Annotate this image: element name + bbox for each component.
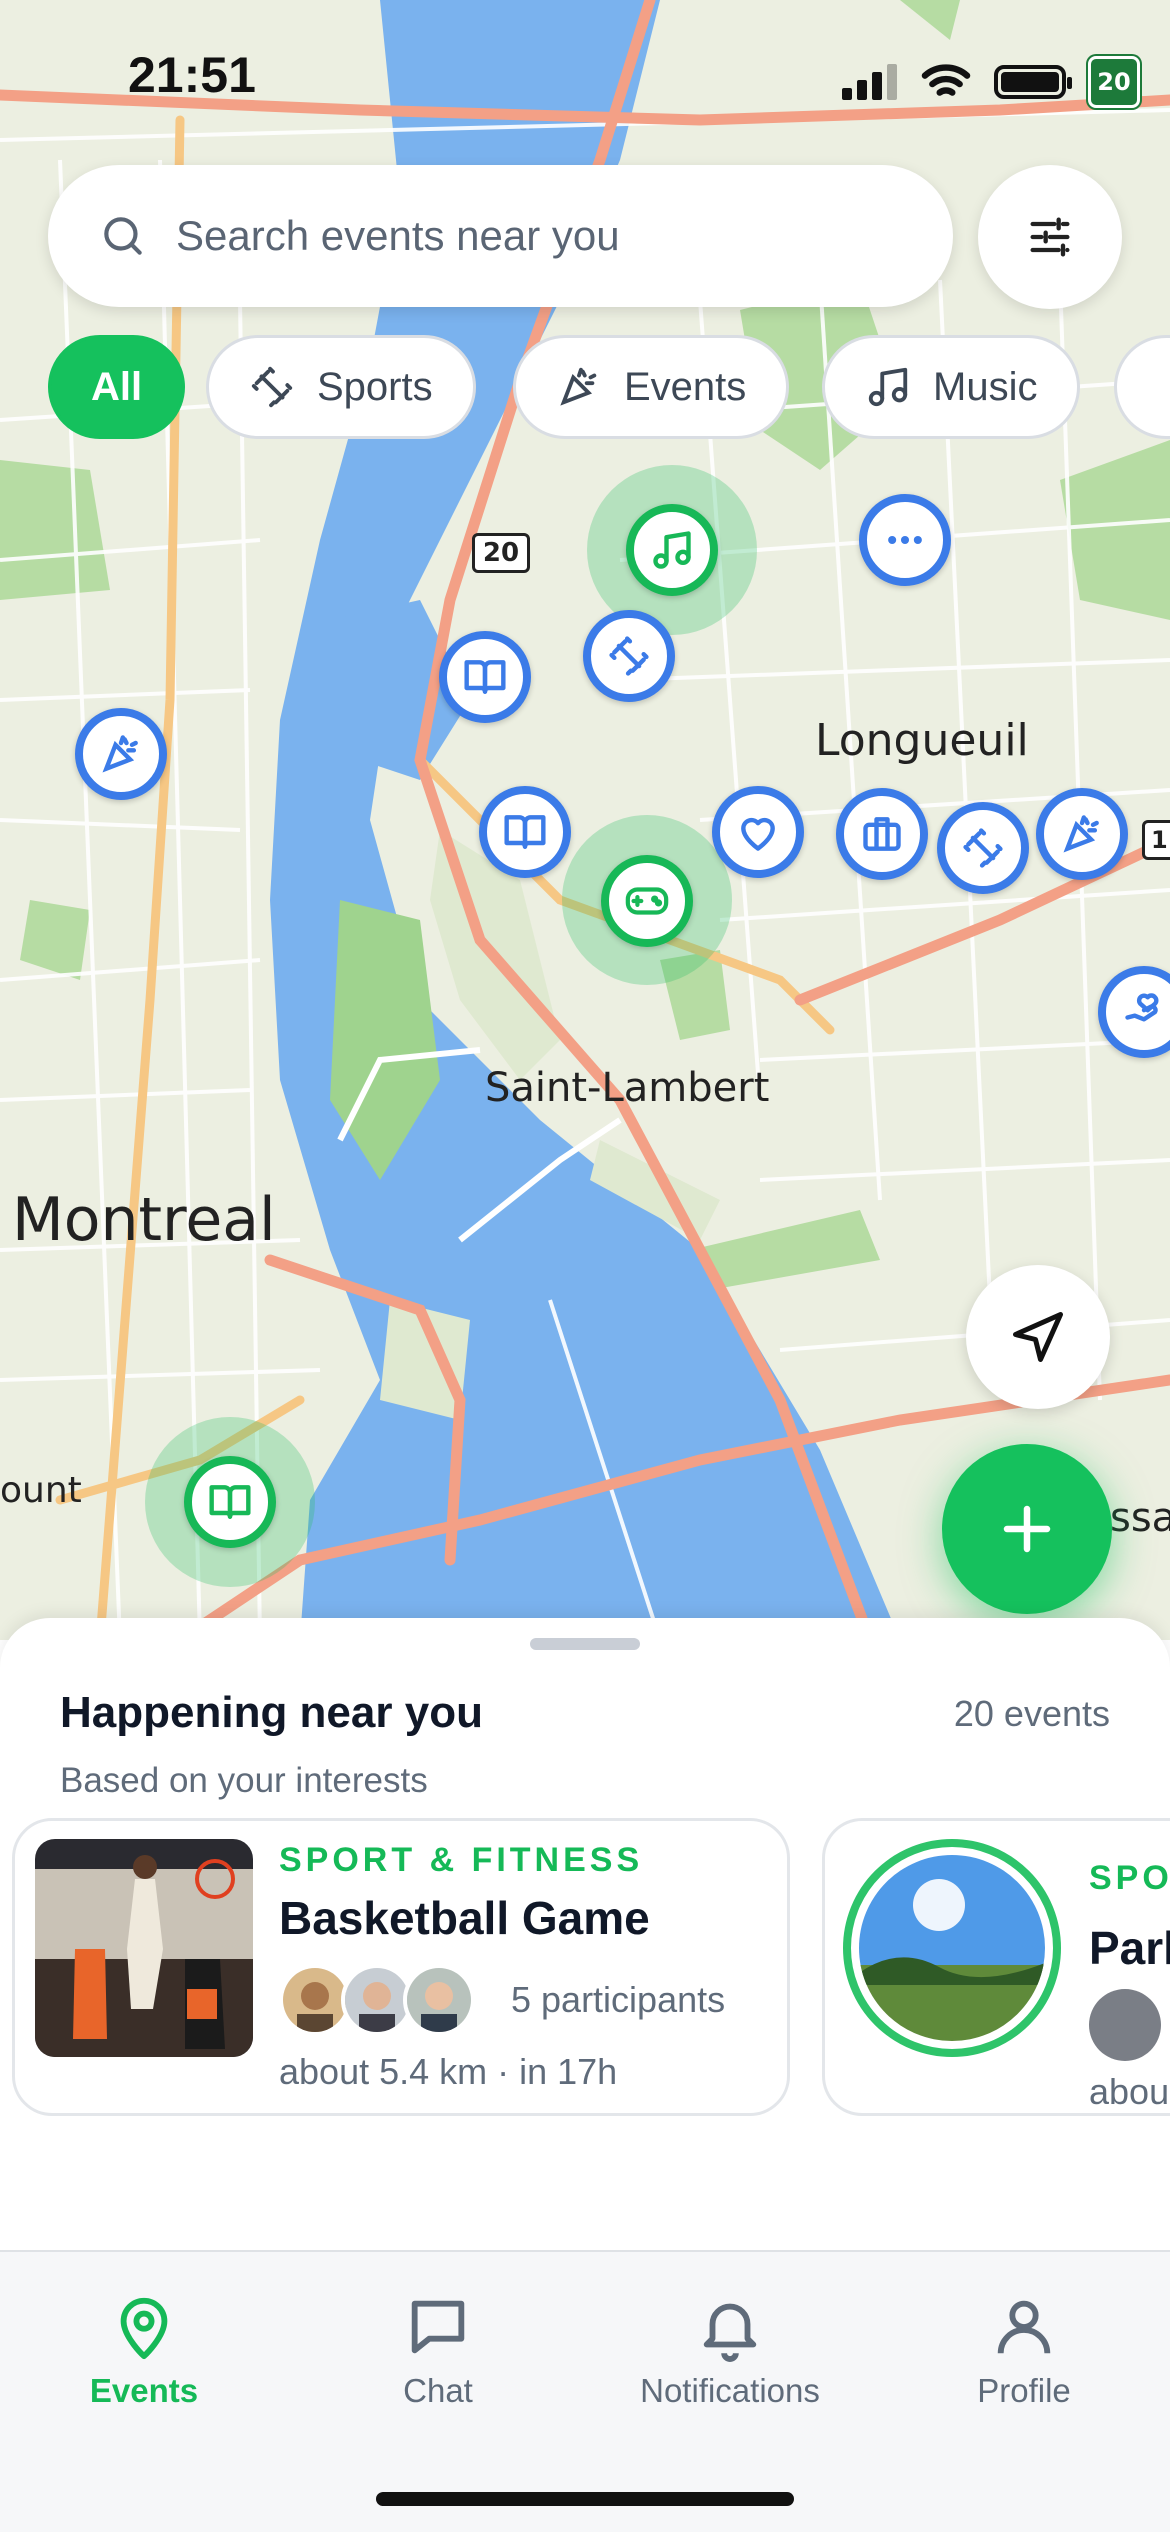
map-label-montreal: Montreal — [12, 1185, 276, 1255]
user-icon — [997, 2300, 1051, 2354]
marker-party[interactable] — [75, 708, 167, 800]
chip-label: Music — [933, 364, 1038, 409]
chip-events[interactable]: Events — [513, 335, 790, 439]
dumbbell-icon — [609, 636, 649, 676]
tab-events[interactable]: Events — [24, 2292, 264, 2410]
event-title: Parl — [1089, 1922, 1170, 1974]
tab-bar: Events Chat Notifications Profile — [0, 2250, 1170, 2532]
helping-hand-icon — [1125, 993, 1159, 1022]
sheet-drag-handle[interactable] — [530, 1638, 640, 1650]
battery-icon — [994, 65, 1072, 99]
book-icon — [464, 660, 506, 694]
event-distance-time: about 5.4 km · in 17h — [279, 2051, 618, 2092]
event-card[interactable]: SPORT & FITNESS Basketball Game 5 partic… — [12, 1818, 790, 2116]
map-label-mount: ount — [0, 1470, 82, 1511]
route-shield-right: 1 — [1142, 820, 1170, 860]
map-label-longueuil: Longueuil — [815, 715, 1029, 766]
status-icons: 20 — [842, 56, 1140, 108]
cellular-signal-icon — [842, 64, 897, 100]
status-bar: 21:51 20 — [0, 0, 1170, 150]
category-filter-bar: All Sports Events Music — [48, 335, 1170, 441]
book-icon — [504, 815, 546, 849]
event-card[interactable]: SPO Parl abou — [822, 1818, 1170, 2116]
tab-label: Profile — [977, 2372, 1071, 2409]
tab-label: Events — [89, 2372, 199, 2409]
participant-avatars — [279, 1964, 475, 2036]
event-count: 20 events — [953, 1693, 1110, 1734]
marker-book[interactable] — [479, 786, 571, 878]
map-label-saint-lambert: Saint-Lambert — [485, 1065, 770, 1111]
dumbbell-icon — [963, 828, 1003, 868]
chip-all[interactable]: All — [48, 335, 186, 439]
marker-music[interactable] — [626, 504, 718, 596]
tab-label: Chat — [403, 2372, 473, 2409]
wifi-icon — [921, 64, 971, 96]
search-input[interactable]: Search events near you — [48, 165, 953, 307]
gamepad-icon — [625, 887, 669, 915]
music-note-icon — [653, 531, 691, 569]
participant-count: 5 participants — [511, 1979, 726, 2020]
chip-sports[interactable]: Sports — [206, 335, 476, 439]
marker-book[interactable] — [184, 1456, 276, 1548]
route-badge: 20 — [1088, 56, 1140, 108]
marker-business[interactable] — [836, 788, 928, 880]
search-placeholder: Search events near you — [176, 212, 620, 259]
event-title: Basketball Game — [279, 1892, 650, 1944]
chip-music[interactable]: Music — [822, 335, 1081, 439]
more-dots-icon — [888, 535, 922, 545]
tab-label: Notifications — [640, 2372, 820, 2409]
sliders-icon — [1030, 217, 1070, 257]
marker-party[interactable] — [1036, 788, 1128, 880]
avatar — [403, 1964, 475, 2036]
chat-bubble-icon — [411, 2300, 465, 2354]
locate-me-button[interactable] — [966, 1265, 1110, 1409]
search-icon — [104, 217, 142, 255]
marker-sports[interactable] — [937, 802, 1029, 894]
map-label-ssa: ssa — [1110, 1495, 1170, 1541]
party-popper-icon — [102, 735, 138, 773]
marker-heart[interactable] — [712, 786, 804, 878]
navigation-arrow-icon — [1013, 1312, 1063, 1362]
events-bottom-sheet[interactable]: Happening near you Based on your interes… — [0, 1618, 1170, 2252]
marker-more[interactable] — [859, 494, 951, 586]
book-icon — [209, 1485, 251, 1519]
home-indicator — [376, 2492, 794, 2506]
sheet-title: Happening near you — [60, 1688, 483, 1737]
create-event-button[interactable] — [942, 1444, 1112, 1614]
plus-icon — [1003, 1505, 1051, 1553]
status-time: 21:51 — [128, 47, 256, 103]
marker-book[interactable] — [439, 631, 531, 723]
filter-button[interactable] — [978, 165, 1122, 309]
party-popper-icon — [560, 367, 597, 406]
briefcase-icon — [863, 817, 901, 851]
marker-gaming[interactable] — [601, 855, 693, 947]
chip-label: All — [91, 364, 143, 409]
party-popper-icon — [1063, 815, 1099, 853]
event-category: SPO — [1089, 1859, 1170, 1897]
map-pin-icon — [120, 2297, 168, 2360]
sheet-subtitle: Based on your interests — [60, 1761, 428, 1800]
event-distance-time: abou — [1089, 2071, 1170, 2112]
chip-more[interactable] — [1114, 335, 1170, 439]
event-image — [35, 1839, 253, 2057]
tab-profile[interactable]: Profile — [904, 2292, 1144, 2410]
event-image — [843, 1839, 1061, 2057]
heart-icon — [741, 817, 775, 851]
dumbbell-icon — [251, 366, 293, 408]
music-note-icon — [868, 367, 908, 407]
avatar — [1089, 1989, 1161, 2061]
tab-notifications[interactable]: Notifications — [610, 2292, 850, 2410]
chip-label: Events — [624, 364, 747, 409]
event-category: SPORT & FITNESS — [279, 1841, 644, 1879]
marker-sports[interactable] — [583, 610, 675, 702]
route-shield: 20 — [472, 533, 530, 573]
tab-chat[interactable]: Chat — [318, 2292, 558, 2410]
bell-icon — [703, 2303, 757, 2362]
chip-label: Sports — [317, 364, 433, 409]
